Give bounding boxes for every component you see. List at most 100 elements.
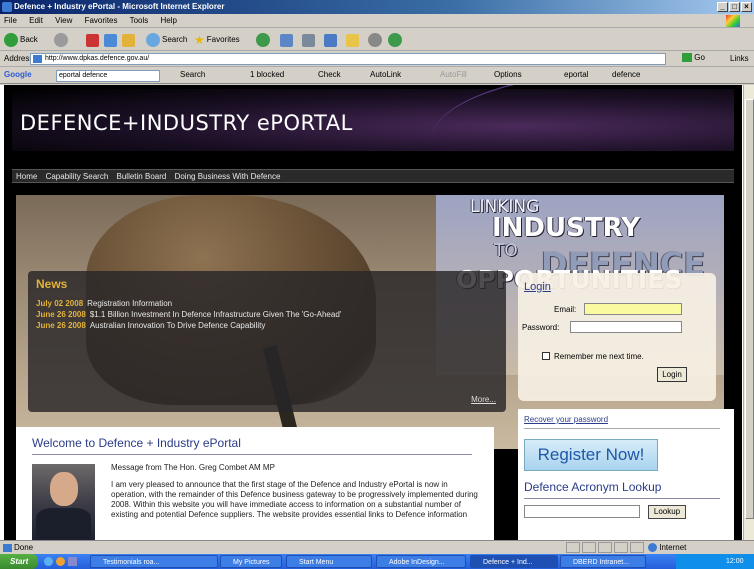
print-icon	[302, 33, 315, 47]
history-button[interactable]	[256, 32, 270, 48]
search-icon	[146, 33, 160, 47]
task-indesign[interactable]: Adobe InDesign...	[376, 555, 466, 568]
spell-check-button[interactable]: Check	[318, 70, 341, 79]
nav-home[interactable]: Home	[16, 172, 37, 181]
menu-view[interactable]: View	[55, 16, 72, 25]
face-image	[50, 472, 78, 506]
recover-password-link[interactable]: Recover your password	[524, 415, 608, 424]
menu-edit[interactable]: Edit	[29, 16, 43, 25]
search-button[interactable]: Search	[146, 32, 187, 48]
password-field[interactable]	[570, 321, 682, 333]
task-start-menu[interactable]: Start Menu	[286, 555, 372, 568]
quicklaunch-ie-icon[interactable]	[44, 557, 53, 566]
refresh-button[interactable]	[104, 32, 117, 48]
back-arrow-icon	[4, 33, 18, 47]
status-cell	[614, 542, 628, 553]
google-logo: Google	[4, 70, 32, 79]
google-search-input[interactable]: eportal defence	[56, 70, 160, 82]
home-button[interactable]	[122, 32, 135, 48]
divider	[32, 454, 472, 455]
windows-logo-icon	[726, 15, 740, 27]
stop-button[interactable]	[86, 32, 99, 48]
system-tray: 12:00 PM	[676, 554, 754, 569]
autolink-button[interactable]: AutoLink	[370, 70, 401, 79]
links-button[interactable]: Links	[730, 54, 749, 63]
globe-icon	[648, 543, 657, 553]
ie-icon	[2, 2, 12, 12]
history-icon	[256, 33, 270, 47]
login-button[interactable]: Login	[657, 367, 687, 382]
task-my-pictures[interactable]: My Pictures	[220, 555, 282, 568]
menu-tools[interactable]: Tools	[130, 16, 149, 25]
window-title: Defence + Industry ePortal - Microsoft I…	[14, 2, 225, 11]
news-item[interactable]: July 02 2008 Registration Information	[36, 299, 172, 308]
stop-icon	[86, 33, 99, 47]
maximize-button[interactable]: □	[729, 2, 740, 12]
bookmark-eportal[interactable]: eportal	[564, 70, 588, 79]
lookup-button[interactable]: Lookup	[648, 505, 686, 519]
folder-icon	[346, 33, 359, 47]
scroll-thumb[interactable]	[745, 99, 754, 519]
task-testimonials[interactable]: Testimonials roa...	[90, 555, 218, 568]
vertical-scrollbar[interactable]	[743, 85, 754, 540]
mail-button[interactable]	[280, 32, 293, 48]
taskbar: Start Testimonials roa... My Pictures St…	[0, 554, 754, 569]
status-cell	[630, 542, 644, 553]
news-panel: News July 02 2008 Registration Informatio…	[28, 271, 506, 412]
email-field[interactable]	[584, 303, 682, 315]
welcome-section: Welcome to Defence + Industry ePortal Me…	[16, 427, 494, 540]
nav-bulletin-board[interactable]: Bulletin Board	[117, 172, 167, 181]
nav-doing-business[interactable]: Doing Business With Defence	[175, 172, 281, 181]
email-label: Email:	[554, 305, 577, 314]
menu-help[interactable]: Help	[161, 16, 177, 25]
messenger-button[interactable]	[368, 32, 382, 48]
favorites-button[interactable]: ★ Favorites	[194, 32, 240, 48]
discuss-icon	[388, 33, 402, 47]
forward-button[interactable]	[54, 32, 68, 48]
remember-checkbox[interactable]	[542, 352, 550, 360]
password-label: Password:	[522, 323, 560, 332]
page-icon	[33, 55, 42, 63]
folder-button[interactable]	[346, 32, 359, 48]
back-button[interactable]: Back	[4, 32, 38, 48]
task-dberd-intranet[interactable]: DBERD Intranet...	[560, 555, 646, 568]
discuss-button[interactable]	[388, 32, 402, 48]
options-button[interactable]: Options	[494, 70, 522, 79]
site-header: DEFENCE+INDUSTRY ePORTAL	[12, 89, 734, 151]
google-search-button[interactable]: Search	[180, 70, 205, 79]
address-bar: Address http://www.dpkas.defence.gov.au/…	[0, 51, 754, 67]
popup-blocked-button[interactable]: 1 blocked	[250, 70, 284, 79]
quicklaunch-desktop-icon[interactable]	[68, 557, 77, 566]
acronym-heading: Defence Acronym Lookup	[524, 480, 662, 494]
acronym-input[interactable]	[524, 505, 640, 518]
news-more-link[interactable]: More...	[471, 395, 496, 404]
address-input[interactable]: http://www.dpkas.defence.gov.au/	[30, 53, 666, 65]
login-heading: Login	[524, 281, 551, 293]
page-icon	[3, 544, 12, 552]
task-defence-ie[interactable]: Defence + Ind...	[470, 555, 558, 568]
register-now-button[interactable]: Register Now!	[524, 439, 658, 471]
quicklaunch-firefox-icon[interactable]	[56, 557, 65, 566]
close-button[interactable]: ×	[741, 2, 752, 12]
title-bar[interactable]: Defence + Industry ePortal - Microsoft I…	[0, 0, 754, 14]
welcome-paragraph: I am very pleased to announce that the f…	[111, 480, 478, 519]
menu-file[interactable]: File	[4, 16, 17, 25]
start-button[interactable]: Start	[0, 554, 38, 569]
remember-label: Remember me next time.	[554, 352, 644, 361]
go-button[interactable]: Go	[682, 53, 705, 63]
nav-capability-search[interactable]: Capability Search	[46, 172, 109, 181]
minimize-button[interactable]: _	[717, 2, 728, 12]
welcome-heading: Welcome to Defence + Industry ePortal	[32, 436, 241, 450]
bookmark-defence[interactable]: defence	[612, 70, 640, 79]
menu-favorites[interactable]: Favorites	[85, 16, 118, 25]
autofill-button[interactable]: AutoFill	[440, 70, 467, 79]
browser-window: Defence + Industry ePortal - Microsoft I…	[0, 0, 754, 569]
edit-button[interactable]	[324, 32, 337, 48]
tagline-industry: INDUSTRY	[492, 213, 641, 243]
print-button[interactable]	[302, 32, 315, 48]
minister-photo	[32, 464, 95, 540]
messenger-icon	[368, 33, 382, 47]
clock[interactable]: 12:00 PM	[726, 558, 744, 569]
news-item[interactable]: June 26 2008 Australian Innovation To Dri…	[36, 321, 265, 330]
news-item[interactable]: June 26 2008 $1.1 Billion Investment In D…	[36, 310, 341, 319]
